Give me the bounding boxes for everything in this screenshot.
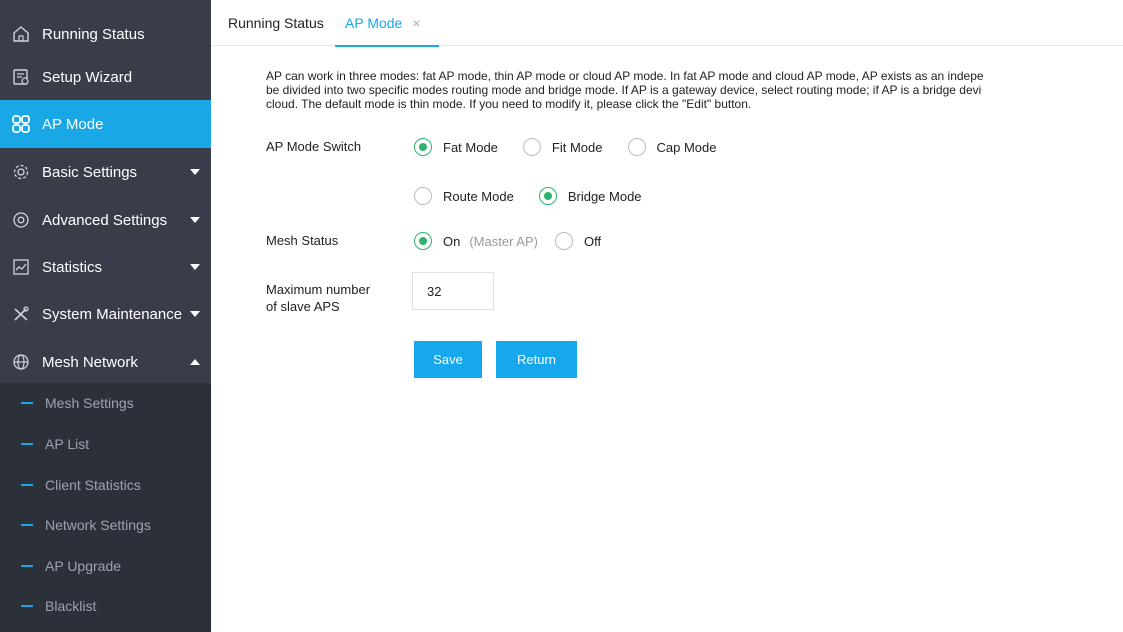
chevron-down-icon (190, 217, 200, 223)
master-ap-hint: (Master AP) (469, 233, 538, 249)
submenu-item-network-settings[interactable]: Network Settings (0, 505, 211, 545)
close-icon[interactable]: × (412, 15, 420, 31)
tab-running-status[interactable]: Running Status (228, 0, 324, 46)
label-line: of slave APS (266, 299, 340, 314)
mesh-network-submenu: Mesh Settings AP List Client Statistics … (0, 383, 211, 632)
submenu-item-label: AP List (45, 436, 90, 452)
dash-icon (21, 605, 33, 607)
ap-mode-radio-group: Fat Mode Fit Mode Cap Mode (414, 138, 716, 156)
radio-label: Cap Mode (656, 139, 717, 155)
sidebar-item-mesh-network[interactable]: Mesh Network (0, 338, 211, 386)
radio-route-mode[interactable]: Route Mode (414, 187, 514, 205)
tab-label: Running Status (228, 15, 324, 31)
radio-cap-mode[interactable]: Cap Mode (627, 138, 717, 156)
radio-circle[interactable] (627, 138, 646, 156)
tab-bar: Running Status AP Mode × (211, 0, 1123, 47)
sidebar-item-basic-settings[interactable]: Basic Settings (0, 148, 211, 196)
radio-label: Fit Mode (551, 139, 603, 155)
radio-circle[interactable] (414, 187, 432, 205)
sidebar-item-setup-wizard[interactable]: Setup Wizard (0, 53, 211, 101)
wizard-icon (11, 67, 31, 87)
label-line: Maximum number (266, 282, 371, 297)
sidebar-item-running-status[interactable]: Running Status (0, 10, 211, 58)
gear-icon (11, 162, 31, 182)
submenu-item-label: Mesh Settings (45, 395, 134, 411)
radio-fat-mode[interactable]: Fat Mode (414, 138, 498, 156)
chevron-down-icon (190, 264, 200, 270)
submenu-item-label: AP Upgrade (45, 558, 122, 574)
description-line: cloud. The default mode is thin mode. If… (266, 97, 752, 111)
dash-icon (21, 524, 33, 526)
sidebar-item-label: System Maintenance (42, 305, 183, 323)
dash-icon (21, 565, 33, 567)
radio-label: Route Mode (443, 188, 514, 204)
radio-circle[interactable] (554, 232, 573, 250)
tools-icon (11, 304, 31, 324)
ap-mode-description: AP can work in three modes: fat AP mode,… (266, 69, 1123, 111)
submenu-item-label: Blacklist (45, 598, 97, 614)
grid-icon (11, 114, 31, 134)
advanced-gear-icon (11, 210, 31, 230)
submenu-item-blacklist[interactable]: Blacklist (0, 586, 211, 626)
chevron-down-icon (190, 169, 200, 175)
tab-ap-mode[interactable]: AP Mode × (335, 0, 439, 47)
radio-circle[interactable] (538, 187, 557, 205)
submenu-item-label: Network Settings (45, 517, 151, 533)
radio-mesh-off[interactable]: Off (554, 232, 602, 250)
submenu-item-ap-upgrade[interactable]: AP Upgrade (0, 546, 211, 586)
radio-label: Bridge Mode (567, 188, 642, 204)
sidebar-item-label: Setup Wizard (42, 68, 133, 86)
sidebar-item-system-maintenance[interactable]: System Maintenance (0, 290, 211, 338)
globe-icon (11, 352, 31, 372)
sidebar-item-ap-mode[interactable]: AP Mode (0, 100, 211, 148)
sub-mode-radio-group: Route Mode Bridge Mode (414, 187, 642, 205)
radio-circle[interactable] (522, 138, 541, 156)
tab-label: AP Mode (345, 15, 403, 31)
submenu-item-label: Client Statistics (45, 477, 141, 493)
dash-icon (21, 402, 33, 404)
sidebar-item-label: AP Mode (42, 115, 104, 133)
save-button[interactable]: Save (414, 341, 482, 378)
sidebar-item-label: Statistics (42, 258, 103, 276)
sidebar-item-label: Running Status (42, 25, 145, 43)
chevron-up-icon (190, 359, 200, 365)
radio-circle[interactable] (414, 232, 432, 250)
radio-label: Off (583, 233, 602, 249)
sidebar: Running Status Setup Wizard AP Mode Basi… (0, 0, 211, 632)
active-tab-indicator (335, 45, 439, 47)
radio-circle[interactable] (414, 138, 432, 156)
max-slave-aps-label: Maximum number of slave APS (266, 281, 370, 315)
submenu-item-ap-list[interactable]: AP List (0, 424, 211, 464)
dash-icon (21, 443, 33, 445)
home-icon (11, 24, 31, 44)
sidebar-item-label: Advanced Settings (42, 211, 168, 229)
submenu-item-client-statistics[interactable]: Client Statistics (0, 465, 211, 505)
radio-label: Fat Mode (443, 139, 498, 155)
description-line: be divided into two specific modes routi… (266, 83, 982, 97)
radio-mesh-on[interactable]: On (Master AP) (414, 232, 538, 250)
sidebar-item-advanced-settings[interactable]: Advanced Settings (0, 196, 211, 244)
max-slave-aps-input[interactable] (412, 272, 494, 310)
radio-fit-mode[interactable]: Fit Mode (522, 138, 603, 156)
chart-icon (11, 257, 31, 277)
radio-label: On (443, 233, 461, 249)
description-line: AP can work in three modes: fat AP mode,… (266, 69, 984, 83)
mesh-status-label: Mesh Status (266, 233, 339, 248)
return-button[interactable]: Return (496, 341, 577, 378)
sidebar-item-statistics[interactable]: Statistics (0, 243, 211, 291)
dash-icon (21, 484, 33, 486)
submenu-item-mesh-settings[interactable]: Mesh Settings (0, 383, 211, 423)
radio-bridge-mode[interactable]: Bridge Mode (538, 187, 642, 205)
ap-mode-switch-label: AP Mode Switch (266, 139, 362, 154)
mesh-status-radio-group: On (Master AP) Off (414, 232, 601, 250)
sidebar-item-label: Mesh Network (42, 353, 138, 371)
chevron-down-icon (190, 311, 200, 317)
sidebar-item-label: Basic Settings (42, 163, 138, 181)
